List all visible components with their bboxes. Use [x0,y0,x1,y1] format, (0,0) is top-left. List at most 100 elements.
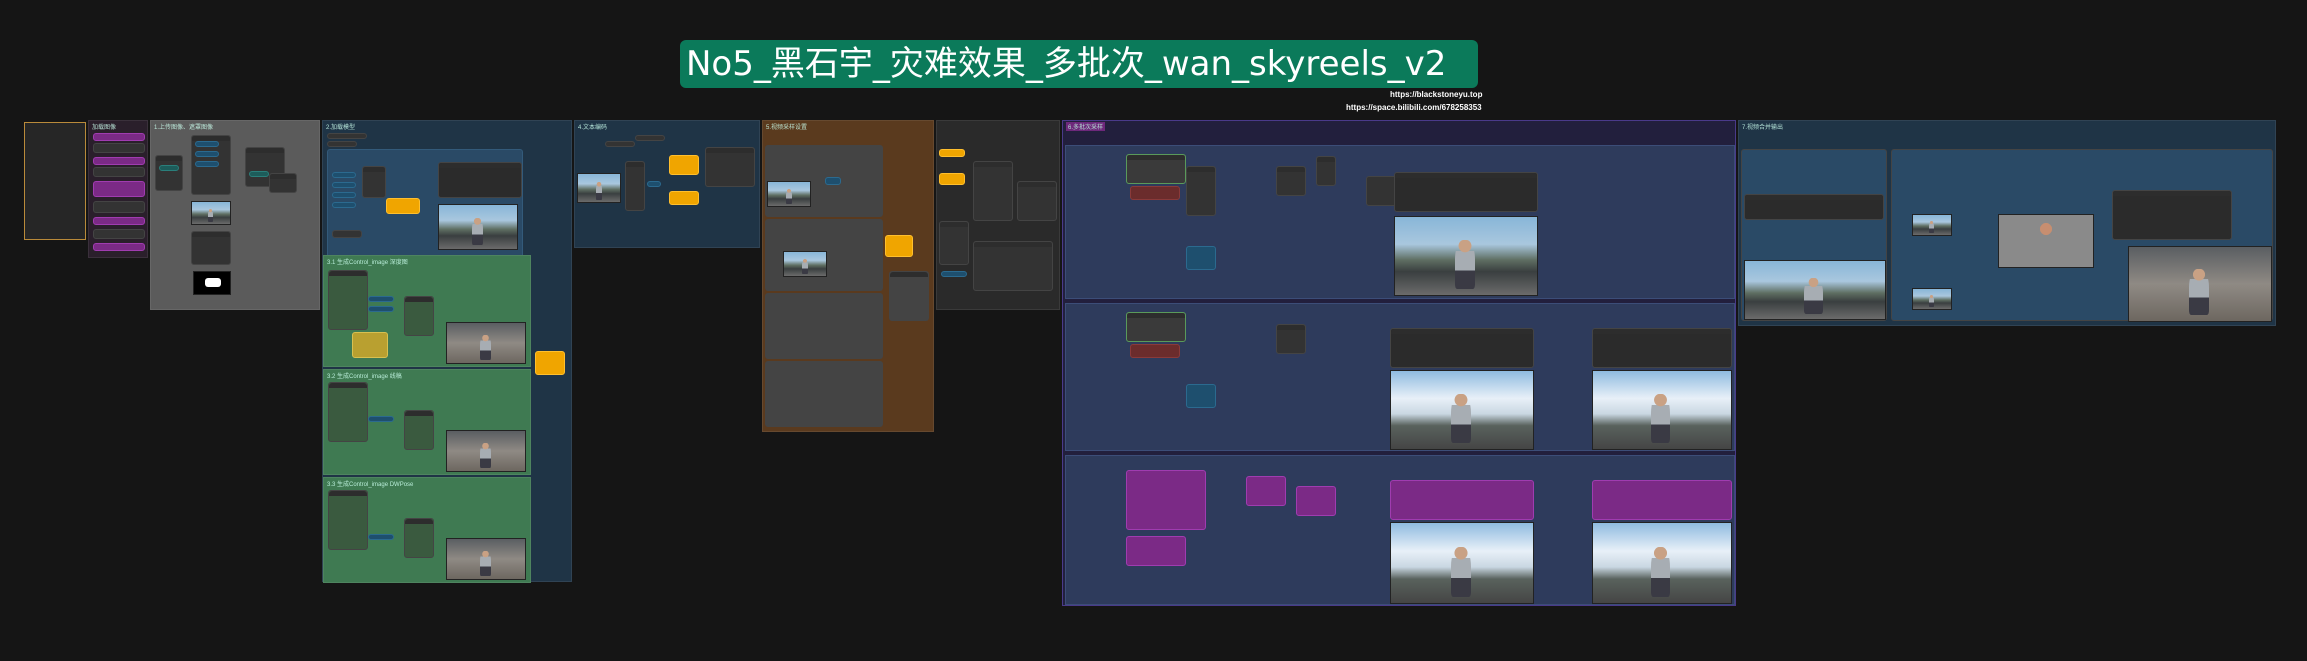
node-widget[interactable] [195,151,219,157]
node-widget[interactable] [368,416,394,422]
node[interactable] [635,135,665,141]
inner-panel[interactable] [765,361,883,427]
node[interactable] [973,241,1053,291]
orange-node[interactable] [386,198,420,214]
group-text-encode[interactable]: 4.文本编码 [574,120,760,248]
node-widget[interactable] [332,192,356,198]
group-load-models[interactable]: 2.加载模型 3.1 生成Control_image 深度图 3.2 生成Con… [322,120,572,583]
purple-node[interactable] [93,243,145,251]
batch-1-panel[interactable] [1065,145,1735,299]
sample-preview-image-2 [783,251,827,277]
group-multi-batch-sampling[interactable]: 6.多批次采样 [1062,120,1736,606]
group-video-sampling[interactable]: 5.视频采样设置 [762,120,934,432]
node[interactable] [1126,154,1186,184]
preview-panel[interactable] [1592,328,1732,368]
node[interactable] [93,229,145,239]
node-widget[interactable] [941,271,967,277]
node[interactable] [1017,181,1057,221]
node-widget[interactable] [332,172,356,178]
node[interactable] [93,143,145,153]
node[interactable] [327,133,367,139]
node[interactable] [269,173,297,193]
node[interactable] [362,166,386,198]
group-dwpose-control[interactable]: 3.3 生成Control_image DWPose [323,477,531,583]
node[interactable] [93,167,145,177]
preview-panel[interactable] [1394,172,1538,212]
node[interactable] [191,231,231,265]
inner-panel[interactable] [1741,149,1887,321]
purple-node[interactable] [1296,486,1336,516]
group-video-merge-output[interactable]: 7.视频合并输出 [1738,120,2276,326]
node[interactable] [1276,324,1306,354]
node-widget[interactable] [368,296,394,302]
purple-node[interactable] [1126,536,1186,566]
node[interactable] [332,230,362,238]
node-widget[interactable] [195,141,219,147]
node-widget[interactable] [1130,344,1180,358]
batch-3-panel[interactable] [1065,455,1735,605]
node[interactable] [1316,156,1336,186]
node[interactable] [889,271,929,321]
batch-2-panel[interactable] [1065,303,1735,451]
node[interactable] [1276,166,1306,196]
bilibili-link[interactable]: https://space.bilibili.com/678258353 [1346,103,1482,112]
node[interactable] [1186,166,1216,216]
node[interactable] [1126,312,1186,342]
node-widget[interactable] [825,177,841,185]
group-depth-control[interactable]: 3.1 生成Control_image 深度图 [323,255,531,367]
site-link[interactable]: https://blackstoneyu.top [1390,90,1482,99]
node[interactable] [705,147,755,187]
node[interactable] [2112,190,2232,240]
face-crop-preview [1998,214,2094,268]
node-widget[interactable] [332,202,356,208]
group-parameters[interactable] [936,120,1060,310]
purple-node[interactable] [1246,476,1286,506]
preview-panel[interactable] [1390,328,1534,368]
node[interactable] [939,221,969,265]
node[interactable] [328,270,368,330]
node[interactable] [605,141,635,147]
node-widget[interactable] [249,171,269,177]
node[interactable] [973,161,1013,221]
node[interactable] [404,296,434,336]
node-widget[interactable] [368,306,394,312]
node[interactable] [328,490,368,550]
node-widget[interactable] [159,165,179,171]
orange-node[interactable] [669,191,699,205]
orange-node[interactable] [885,235,913,257]
purple-node[interactable] [93,181,145,197]
purple-node[interactable] [93,217,145,225]
node-widget[interactable] [1130,186,1180,200]
orange-node[interactable] [939,149,965,157]
node[interactable] [625,161,645,211]
node[interactable] [438,162,522,198]
purple-node[interactable] [1592,480,1732,520]
group-load-images[interactable]: 加载图像 [88,120,148,258]
orange-node[interactable] [939,173,965,185]
node[interactable] [352,332,388,358]
node[interactable] [327,141,357,147]
orange-node[interactable] [535,351,565,375]
group-upload-image-mask[interactable]: 1.上传图像、遮罩图像 [150,120,320,310]
inner-panel[interactable] [765,293,883,359]
node[interactable] [404,518,434,558]
node-widget[interactable] [647,181,661,187]
node-widget[interactable] [195,161,219,167]
group-blank-left[interactable] [24,122,86,240]
node[interactable] [1744,194,1884,220]
orange-node[interactable] [669,155,699,175]
group-lineart-control[interactable]: 3.2 生成Control_image 线稿 [323,369,531,475]
node[interactable] [328,382,368,442]
node-widget[interactable] [368,534,394,540]
node-widget[interactable] [1186,384,1216,408]
node[interactable] [155,155,183,191]
purple-node[interactable] [93,133,145,141]
purple-node[interactable] [1126,470,1206,530]
purple-node[interactable] [93,157,145,165]
purple-node[interactable] [1390,480,1534,520]
node-widget[interactable] [1186,246,1216,270]
node[interactable] [93,201,145,213]
node-widget[interactable] [332,182,356,188]
inner-panel[interactable] [1891,149,2273,322]
node[interactable] [404,410,434,450]
